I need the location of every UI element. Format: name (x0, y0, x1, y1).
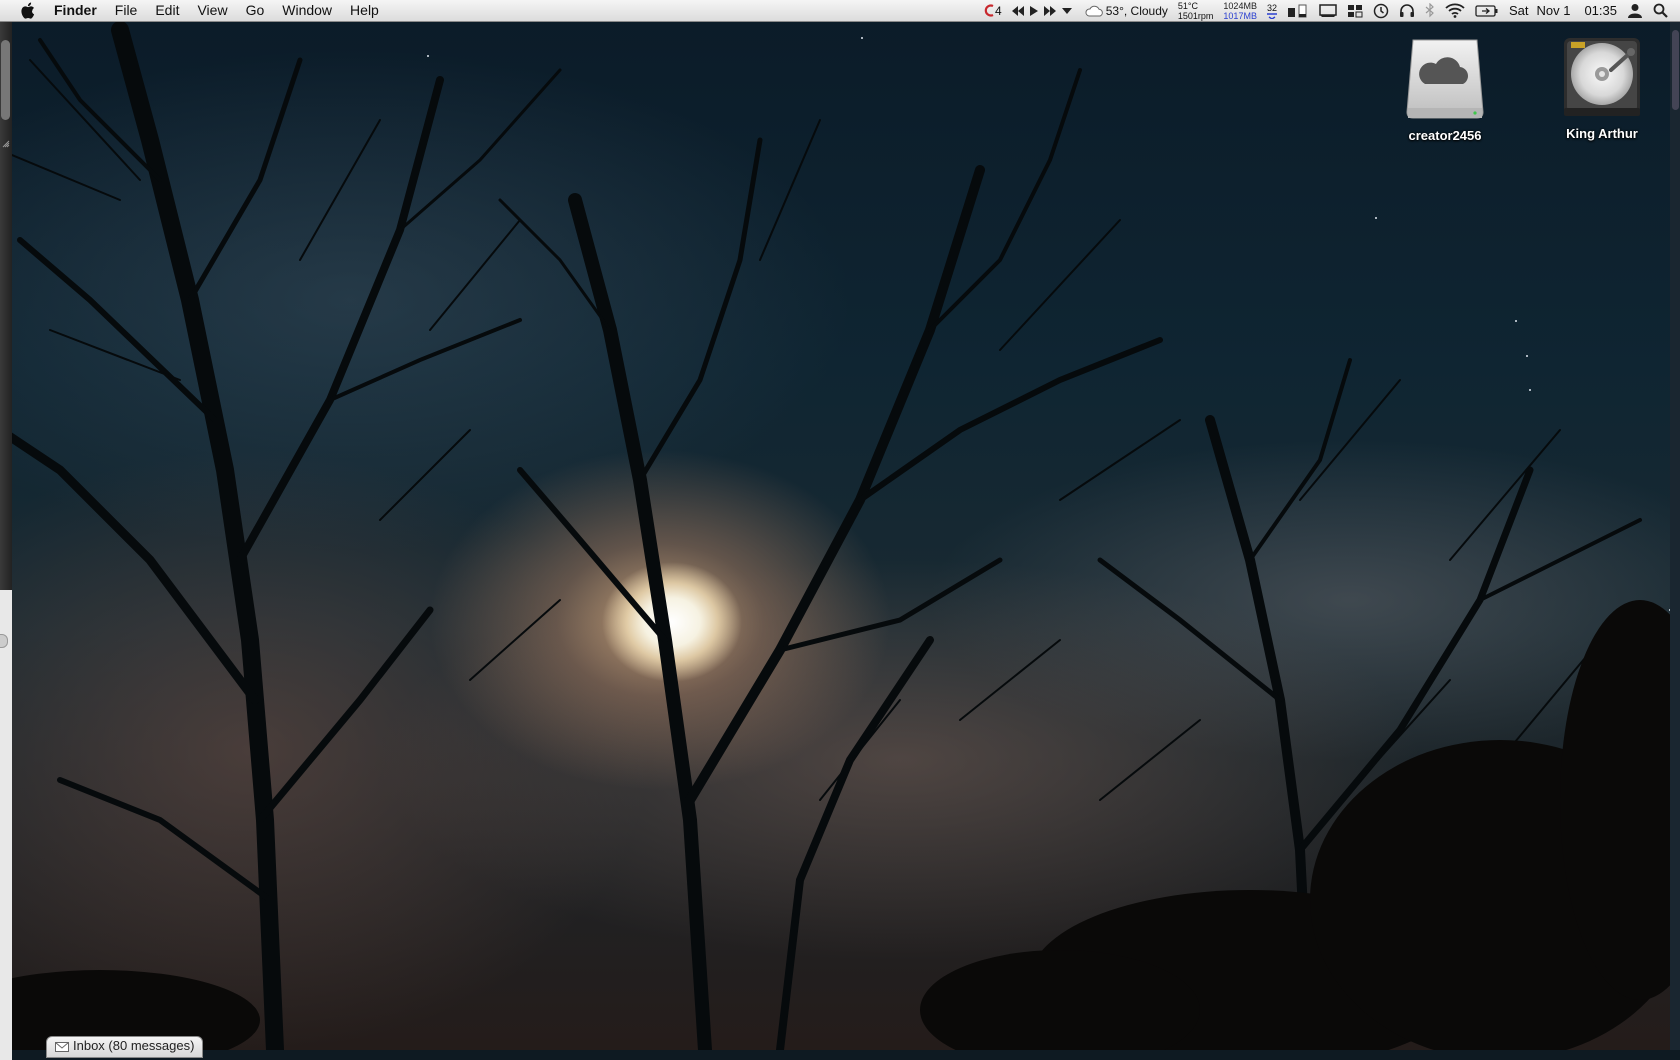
spotlight-item[interactable] (1648, 0, 1680, 21)
background-window-panel (0, 590, 12, 1060)
display-mirroring-item[interactable] (1314, 0, 1342, 21)
resize-grip-icon[interactable] (2, 132, 10, 148)
mail-inbox-label: Inbox (80 messages) (73, 1038, 195, 1053)
user-account-item[interactable] (1622, 0, 1648, 21)
time-machine-icon (1373, 3, 1389, 18)
right-edge-scrollbar[interactable] (1672, 30, 1679, 110)
battery-charging-icon (1475, 4, 1498, 17)
weather-text: 53°, Cloudy (1105, 3, 1168, 18)
menu-bar: Finder File Edit View Go Window Help 4 5… (0, 0, 1680, 22)
previous-track-icon[interactable] (1011, 5, 1024, 16)
clock-time: 01:35 (1584, 3, 1617, 18)
right-screen-edge (1670, 22, 1680, 1050)
memory-free: 1017MB (1223, 10, 1257, 21)
menu-edit[interactable]: Edit (146, 0, 188, 21)
memory-used: 1024MB (1223, 0, 1257, 11)
wifi-item[interactable] (1440, 0, 1470, 21)
clock-day: Sat (1508, 3, 1529, 18)
apple-icon[interactable] (14, 0, 40, 21)
wifi-icon (1445, 3, 1465, 18)
display-icon (1319, 3, 1337, 17)
clock-date: Nov 1 (1536, 3, 1571, 18)
search-icon (1653, 3, 1668, 18)
disk-activity-item[interactable] (1282, 0, 1314, 21)
cpu-count: 32 (1266, 2, 1277, 13)
desktop-icon-king-arthur[interactable]: King Arthur (1547, 34, 1657, 141)
desktop-wallpaper (0, 0, 1680, 1050)
menu-window[interactable]: Window (273, 0, 341, 21)
user-icon (1628, 4, 1642, 18)
desktop-icon-creator2456[interactable]: creator2456 (1390, 36, 1500, 143)
notification-status-item[interactable]: 4 (978, 0, 1007, 21)
headphones-icon (1399, 4, 1414, 17)
clock[interactable]: Sat Nov 1 01:35 (1504, 0, 1622, 21)
battery-item[interactable] (1470, 0, 1504, 21)
envelope-icon (55, 1042, 69, 1052)
audio-device-item[interactable] (1394, 0, 1420, 21)
cpu-temperature: 51°C (1177, 0, 1198, 11)
bluetooth-item[interactable] (1420, 0, 1440, 21)
memory-status-item[interactable]: 1024MB 1017MB (1218, 0, 1262, 21)
temperature-status-item[interactable]: 51°C 1501rpm (1173, 0, 1219, 21)
notification-badge-icon (984, 4, 994, 17)
menu-view[interactable]: View (188, 0, 236, 21)
next-track-icon[interactable] (1043, 5, 1056, 16)
desktop-icon-label: King Arthur (1566, 126, 1638, 141)
weather-status-item[interactable]: 53°, Cloudy (1079, 0, 1173, 21)
icloud-drive-icon (1406, 39, 1484, 119)
notification-count: 4 (995, 3, 1002, 18)
cpu-status-item[interactable]: 32 (1262, 0, 1282, 21)
menu-go[interactable]: Go (237, 0, 274, 21)
time-machine-item[interactable] (1368, 0, 1394, 21)
cloud-icon (1085, 5, 1103, 16)
bluetooth-icon (1425, 3, 1434, 18)
hard-drive-icon (1564, 38, 1640, 116)
menu-help[interactable]: Help (341, 0, 388, 21)
media-menu-chevron-icon[interactable] (1061, 7, 1072, 14)
window-scrollbar[interactable] (1, 40, 10, 120)
desktop-icon-label: creator2456 (1408, 128, 1482, 143)
spaces-item[interactable] (1342, 0, 1368, 21)
media-controls (1007, 0, 1079, 21)
cpu-activity-icon (1266, 12, 1277, 19)
mail-inbox-tab[interactable]: Inbox (80 messages) (46, 1036, 204, 1058)
play-icon[interactable] (1029, 5, 1038, 16)
fan-speed: 1501rpm (1177, 10, 1214, 21)
spaces-icon (1347, 4, 1363, 17)
app-menu-finder[interactable]: Finder (40, 0, 106, 21)
window-knob[interactable] (0, 634, 8, 648)
menu-file[interactable]: File (106, 0, 147, 21)
tree-silhouettes (0, 21, 1680, 1050)
disk-activity-icon (1287, 4, 1307, 17)
background-window-edge (0, 22, 12, 1060)
